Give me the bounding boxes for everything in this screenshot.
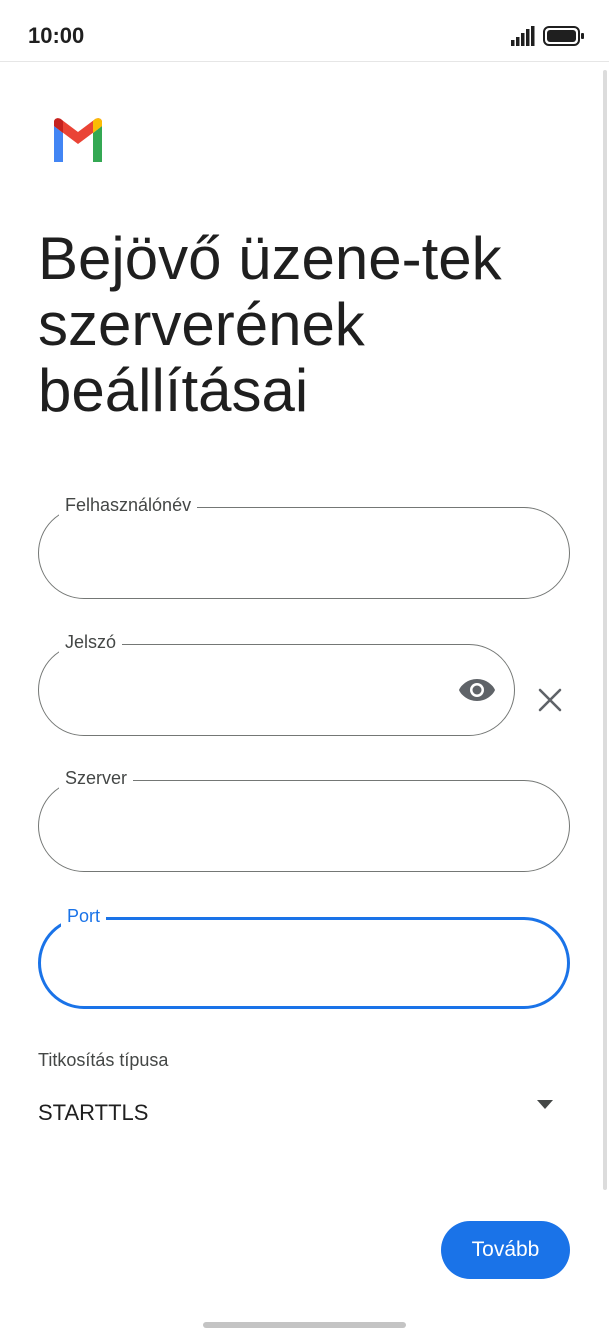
username-field[interactable]: Felhasználónév xyxy=(38,494,570,599)
page-title: Bejövő üzene-tek szerverének beállításai xyxy=(38,225,502,424)
encryption-select[interactable]: STARTTLS xyxy=(38,1090,570,1134)
server-label: Szerver xyxy=(59,767,134,789)
encryption-label: Titkosítás típusa xyxy=(38,1050,169,1070)
gmail-logo xyxy=(54,118,102,162)
clear-icon[interactable] xyxy=(536,686,564,714)
port-label: Port xyxy=(61,905,107,927)
username-label: Felhasználónév xyxy=(59,494,198,516)
port-input[interactable] xyxy=(65,944,543,984)
server-field[interactable]: Szerver xyxy=(38,767,570,872)
password-label: Jelszó xyxy=(59,631,123,653)
status-bar: 10:00 xyxy=(0,0,609,62)
scrollbar[interactable] xyxy=(603,70,607,1190)
port-field[interactable]: Port xyxy=(38,905,570,1009)
dropdown-icon[interactable] xyxy=(537,1100,553,1110)
next-button[interactable]: Tovább xyxy=(441,1221,570,1279)
battery-icon xyxy=(543,26,584,46)
encryption-value: STARTTLS xyxy=(38,1100,149,1125)
eye-icon[interactable] xyxy=(458,675,496,705)
signal-icon xyxy=(511,26,535,46)
server-input[interactable] xyxy=(63,805,545,845)
home-indicator[interactable] xyxy=(203,1322,406,1328)
status-time: 10:00 xyxy=(28,23,85,48)
username-input[interactable] xyxy=(63,532,545,572)
password-field[interactable]: Jelszó xyxy=(38,631,515,736)
password-input[interactable] xyxy=(63,669,444,709)
